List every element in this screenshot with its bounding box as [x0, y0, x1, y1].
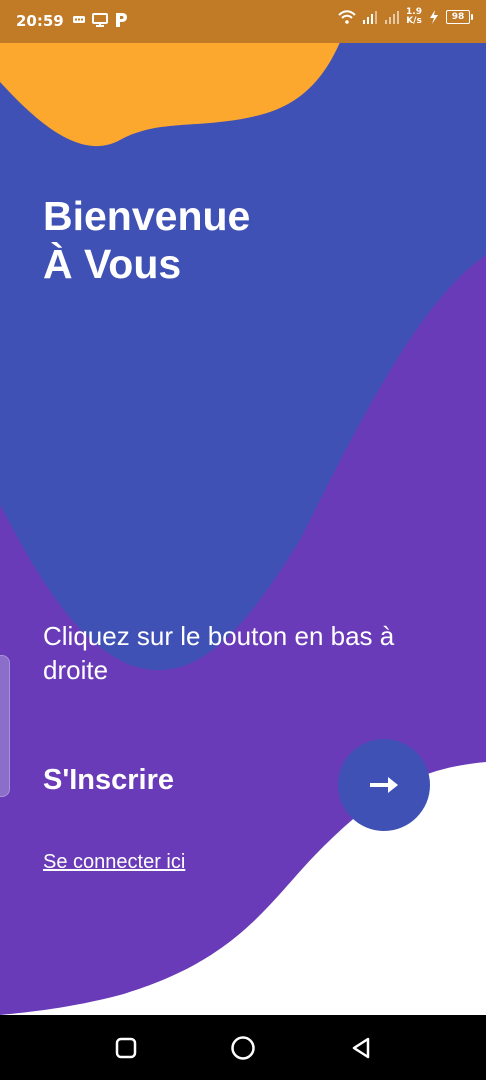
wifi-icon: [338, 10, 356, 24]
edge-handle[interactable]: [0, 655, 10, 797]
network-speed-unit: K/s: [406, 16, 422, 26]
login-link[interactable]: Se connecter ici: [43, 851, 185, 874]
signup-next-button[interactable]: [338, 739, 430, 831]
welcome-title: Bienvenue À Vous: [43, 192, 250, 288]
signal-icon: [363, 11, 378, 24]
back-triangle-icon: [352, 1037, 370, 1059]
arrow-right-icon: [370, 777, 398, 793]
square-icon: [115, 1037, 137, 1059]
circle-icon: [231, 1036, 255, 1060]
battery-indicator: 98: [446, 10, 473, 24]
instruction-text: Cliquez sur le bouton en bas à droite: [43, 621, 395, 685]
recent-apps-button[interactable]: [111, 1033, 141, 1063]
status-bar: 20:59 1.9 K/s 98: [0, 0, 486, 43]
cast-icon: [92, 13, 108, 27]
signal-icon: [385, 11, 400, 24]
charging-icon: [430, 10, 438, 24]
p-icon: [116, 13, 127, 27]
status-right-icons: 1.9 K/s 98: [338, 8, 473, 26]
navigation-bar: [0, 1015, 486, 1080]
welcome-line-2: À Vous: [43, 241, 182, 287]
signup-label: S'Inscrire: [43, 764, 175, 796]
welcome-line-1: Bienvenue: [43, 193, 251, 239]
home-button[interactable]: [228, 1033, 258, 1063]
network-speed: 1.9 K/s: [406, 8, 422, 26]
status-left-icons: [72, 12, 128, 28]
back-button[interactable]: [346, 1033, 376, 1063]
background-shapes: [0, 0, 486, 1080]
status-time: 20:59: [16, 12, 64, 30]
message-icon: [73, 16, 85, 23]
